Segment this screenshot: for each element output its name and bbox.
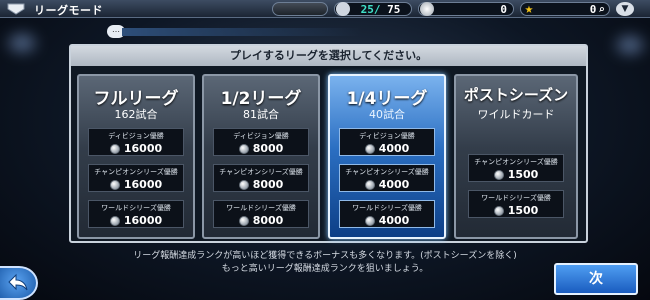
league-games: 162試合: [114, 108, 158, 121]
reward-box: ワールドシリーズ優勝 1500: [468, 190, 564, 218]
players-current: 25: [360, 2, 374, 16]
reward-box: チャンピオンシリーズ優勝 16000: [88, 164, 184, 192]
reward-amount: 8000: [252, 178, 284, 191]
reward-box: チャンピオンシリーズ優勝 8000: [213, 164, 309, 192]
panel-header: プレイするリーグを選択してください。: [71, 46, 586, 66]
star-value: 0: [589, 2, 597, 16]
star-counter: ★ 0 ⌕: [520, 2, 610, 16]
reward-amount: 1500: [507, 204, 539, 217]
stadium-light-left: [2, 28, 42, 58]
coin-icon: [493, 205, 504, 216]
reward-label: ワールドシリーズ優勝: [352, 204, 422, 212]
reward-amount: 16000: [123, 178, 163, 191]
coin-icon: [238, 179, 249, 190]
league-games: 81試合: [243, 108, 279, 121]
reward-box: ディビジョン優勝 16000: [88, 128, 184, 156]
players-counter: 25/ 75: [334, 2, 412, 16]
reward-box: ディビジョン優勝 8000: [213, 128, 309, 156]
coin-counter: 0: [418, 2, 514, 16]
back-arrow-icon: [8, 273, 28, 291]
chevron-down-icon[interactable]: ▼: [616, 2, 634, 16]
reward-label: ディビジョン優勝: [108, 132, 164, 140]
reward-box: チャンピオンシリーズ優勝 4000: [339, 164, 435, 192]
reward-amount: 8000: [252, 142, 284, 155]
star-icon: ★: [524, 1, 534, 17]
reward-box: ディビジョン優勝 4000: [339, 128, 435, 156]
reward-amount: 4000: [378, 214, 410, 227]
coin-icon: [109, 215, 120, 226]
reward-box: ワールドシリーズ優勝 4000: [339, 200, 435, 228]
cap-icon: [336, 2, 350, 16]
next-button[interactable]: 次: [554, 263, 638, 295]
footer-note-1: リーグ報酬達成ランクが高いほど獲得できるボーナスも多くなります。(ポストシーズン…: [133, 251, 517, 261]
reward-amount: 1500: [507, 168, 539, 181]
league-card-postseason[interactable]: ポストシーズン ワイルドカード チャンピオンシリーズ優勝 1500 ワールドシリ…: [454, 74, 578, 239]
league-games: ワイルドカード: [477, 108, 555, 121]
coin-icon: [364, 143, 375, 154]
search-icon[interactable]: ⌕: [598, 3, 605, 16]
reward-box: ワールドシリーズ優勝 8000: [213, 200, 309, 228]
coin-icon: [493, 169, 504, 180]
reward-label: チャンピオンシリーズ優勝: [345, 168, 429, 176]
reward-label: チャンピオンシリーズ優勝: [219, 168, 303, 176]
reward-amount: 8000: [252, 214, 284, 227]
coin-value: 0: [500, 2, 507, 16]
reward-label: ワールドシリーズ優勝: [481, 194, 551, 202]
reward-amount: 4000: [378, 142, 410, 155]
league-card-full[interactable]: フルリーグ 162試合 ディビジョン優勝 16000 チャンピオンシリーズ優勝 …: [77, 74, 195, 239]
coin-icon: [420, 2, 434, 16]
reward-amount: 16000: [123, 142, 163, 155]
reward-label: ワールドシリーズ優勝: [226, 204, 296, 212]
back-button[interactable]: [0, 266, 38, 300]
players-max: 75: [387, 2, 401, 16]
league-card-quarter[interactable]: 1/4リーグ 40試合 ディビジョン優勝 4000 チャンピオンシリーズ優勝 4…: [328, 74, 446, 239]
reward-amount: 16000: [123, 214, 163, 227]
coin-icon: [238, 215, 249, 226]
league-card-half[interactable]: 1/2リーグ 81試合 ディビジョン優勝 8000 チャンピオンシリーズ優勝 8…: [202, 74, 320, 239]
league-name: ポストシーズン: [463, 86, 569, 104]
coin-icon: [109, 179, 120, 190]
home-plate-icon[interactable]: [4, 2, 28, 16]
league-games: 40試合: [369, 108, 405, 121]
stadium-light-right: [610, 30, 650, 60]
footer-note-2: もっと高いリーグ報酬達成ランクを狙いましょう。: [221, 264, 429, 274]
reward-box: チャンピオンシリーズ優勝 1500: [468, 154, 564, 182]
reward-amount: 4000: [378, 178, 410, 191]
coin-icon: [364, 179, 375, 190]
top-bar: リーグモード 25/ 75 0 ★ 0 ⌕ ▼: [0, 0, 650, 18]
chat-ticker: [122, 28, 362, 36]
reward-label: チャンピオンシリーズ優勝: [474, 158, 558, 166]
reward-label: チャンピオンシリーズ優勝: [94, 168, 178, 176]
players-separator: /: [373, 2, 381, 16]
coin-icon: [364, 215, 375, 226]
reward-label: ディビジョン優勝: [233, 132, 289, 140]
reward-label: ディビジョン優勝: [359, 132, 415, 140]
coin-icon: [238, 143, 249, 154]
coin-icon: [109, 143, 120, 154]
reward-box: ワールドシリーズ優勝 16000: [88, 200, 184, 228]
screen-title: リーグモード: [34, 4, 103, 17]
league-select-panel: プレイするリーグを選択してください。 フルリーグ 162試合 ディビジョン優勝 …: [69, 44, 588, 243]
reward-label: ワールドシリーズ優勝: [101, 204, 171, 212]
empty-status-pill: [272, 2, 328, 16]
